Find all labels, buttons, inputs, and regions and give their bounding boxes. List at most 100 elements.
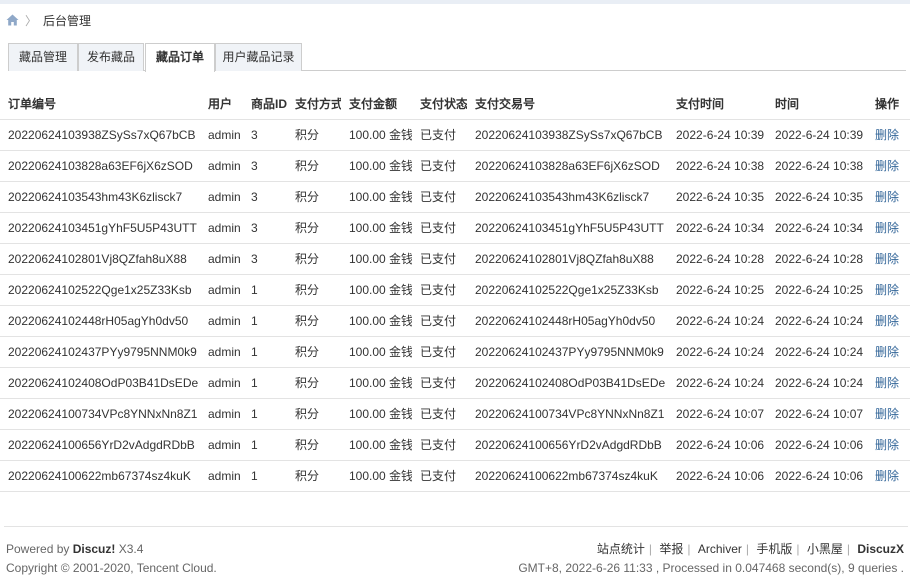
- cell-time: 2022-6-24 10:38: [767, 150, 867, 182]
- cell-order-no: 20220624102801Vj8QZfah8uX88: [0, 243, 200, 275]
- cell-time: 2022-6-24 10:24: [767, 367, 867, 399]
- cell-transaction-no: 20220624103451gYhF5U5P43UTT: [467, 212, 668, 244]
- cell-pay-time: 2022-6-24 10:24: [668, 367, 767, 399]
- cell-order-no: 20220624102408OdP03B41DsEDe: [0, 367, 200, 399]
- cell-delete-link[interactable]: 删除: [867, 429, 910, 461]
- cell-time: 2022-6-24 10:06: [767, 460, 867, 492]
- tab-publish-collection[interactable]: 发布藏品: [78, 43, 144, 71]
- cell-delete-link[interactable]: 删除: [867, 243, 910, 275]
- breadcrumb: 〉 后台管理: [6, 12, 91, 28]
- cell-order-no: 20220624100734VPc8YNNxNn8Z1: [0, 398, 200, 430]
- cell-pay-amount: 100.00 金钱: [341, 429, 412, 461]
- cell-time: 2022-6-24 10:07: [767, 398, 867, 430]
- footer-left: Powered by Discuz! X3.4 Copyright © 2001…: [6, 540, 217, 578]
- header-time: 时间: [767, 89, 867, 120]
- footer-link-mobile[interactable]: 手机版: [756, 542, 792, 556]
- cell-user: admin: [200, 367, 243, 399]
- cell-pay-time: 2022-6-24 10:07: [668, 398, 767, 430]
- cell-time: 2022-6-24 10:28: [767, 243, 867, 275]
- cell-pay-time: 2022-6-24 10:24: [668, 305, 767, 337]
- cell-product-id: 1: [243, 429, 287, 461]
- footer-brand-link[interactable]: DiscuzX: [857, 542, 904, 556]
- cell-transaction-no: 20220624102437PYy9795NNM0k9: [467, 336, 668, 368]
- cell-user: admin: [200, 243, 243, 275]
- copyright: Copyright © 2001-2020, Tencent Cloud.: [6, 561, 217, 575]
- tab-collection-manage[interactable]: 藏品管理: [8, 43, 78, 71]
- table-row: 20220624100656YrD2vAdgdRDbB admin 1 积分 100.0…: [0, 429, 910, 461]
- cell-product-id: 1: [243, 305, 287, 337]
- cell-product-id: 1: [243, 274, 287, 306]
- cell-product-id: 1: [243, 367, 287, 399]
- cell-pay-time: 2022-6-24 10:24: [668, 336, 767, 368]
- cell-pay-time: 2022-6-24 10:35: [668, 181, 767, 213]
- cell-time: 2022-6-24 10:35: [767, 181, 867, 213]
- cell-pay-status: 已支付: [412, 243, 467, 275]
- footer-link-report[interactable]: 举报: [659, 542, 683, 556]
- footer-link-archiver[interactable]: Archiver: [698, 542, 742, 556]
- chevron-right-icon: 〉: [25, 13, 38, 28]
- cell-transaction-no: 20220624103543hm43K6zlisck7: [467, 181, 668, 213]
- footer-link-stats[interactable]: 站点统计: [597, 542, 645, 556]
- orders-table: 订单编号 用户 商品ID 支付方式 支付金额 支付状态 支付交易号 支付时间 时…: [0, 89, 910, 492]
- cell-pay-method: 积分: [287, 243, 341, 275]
- header-pay-amount: 支付金额: [341, 89, 412, 120]
- cell-transaction-no: 20220624100622mb67374sz4kuK: [467, 460, 668, 492]
- cell-user: admin: [200, 398, 243, 430]
- tab-collection-orders[interactable]: 藏品订单: [145, 43, 215, 72]
- header-action: 操作: [867, 89, 910, 120]
- cell-product-id: 3: [243, 181, 287, 213]
- cell-pay-method: 积分: [287, 181, 341, 213]
- cell-delete-link[interactable]: 删除: [867, 367, 910, 399]
- cell-delete-link[interactable]: 删除: [867, 274, 910, 306]
- cell-transaction-no: 20220624100656YrD2vAdgdRDbB: [467, 429, 668, 461]
- cell-user: admin: [200, 212, 243, 244]
- cell-pay-status: 已支付: [412, 181, 467, 213]
- header-order-no: 订单编号: [0, 89, 200, 120]
- cell-pay-amount: 100.00 金钱: [341, 398, 412, 430]
- cell-pay-method: 积分: [287, 274, 341, 306]
- cell-delete-link[interactable]: 删除: [867, 305, 910, 337]
- cell-pay-amount: 100.00 金钱: [341, 119, 412, 151]
- home-icon[interactable]: [6, 14, 19, 26]
- cell-user: admin: [200, 150, 243, 182]
- cell-product-id: 1: [243, 336, 287, 368]
- cell-order-no: 20220624103451gYhF5U5P43UTT: [0, 212, 200, 244]
- powered-brand-link[interactable]: Discuz!: [73, 542, 116, 556]
- cell-pay-amount: 100.00 金钱: [341, 336, 412, 368]
- cell-transaction-no: 20220624103828a63EF6jX6zSOD: [467, 150, 668, 182]
- cell-user: admin: [200, 181, 243, 213]
- cell-transaction-no: 20220624103938ZSySs7xQ67bCB: [467, 119, 668, 151]
- cell-delete-link[interactable]: 删除: [867, 336, 910, 368]
- footer-divider: [4, 526, 908, 527]
- cell-pay-method: 积分: [287, 119, 341, 151]
- cell-time: 2022-6-24 10:34: [767, 212, 867, 244]
- header-pay-time: 支付时间: [668, 89, 767, 120]
- cell-pay-method: 积分: [287, 336, 341, 368]
- cell-order-no: 20220624103543hm43K6zlisck7: [0, 181, 200, 213]
- cell-pay-amount: 100.00 金钱: [341, 305, 412, 337]
- cell-pay-time: 2022-6-24 10:38: [668, 150, 767, 182]
- cell-delete-link[interactable]: 删除: [867, 212, 910, 244]
- cell-pay-amount: 100.00 金钱: [341, 367, 412, 399]
- cell-delete-link[interactable]: 删除: [867, 119, 910, 151]
- table-row: 20220624102437PYy9795NNM0k9 admin 1 积分 100.0…: [0, 336, 910, 368]
- cell-user: admin: [200, 305, 243, 337]
- breadcrumb-current: 后台管理: [43, 13, 92, 28]
- tab-user-collection-records[interactable]: 用户藏品记录: [215, 43, 302, 71]
- cell-transaction-no: 20220624100734VPc8YNNxNn8Z1: [467, 398, 668, 430]
- top-strip: [0, 0, 910, 4]
- footer-link-blackroom[interactable]: 小黑屋: [807, 542, 843, 556]
- cell-delete-link[interactable]: 删除: [867, 181, 910, 213]
- footer-stats: GMT+8, 2022-6-26 11:33 , Processed in 0.…: [518, 561, 904, 575]
- table-row: 20220624102448rH05agYh0dv50 admin 1 积分 100.0…: [0, 305, 910, 337]
- cell-user: admin: [200, 119, 243, 151]
- cell-delete-link[interactable]: 删除: [867, 398, 910, 430]
- cell-delete-link[interactable]: 删除: [867, 460, 910, 492]
- cell-order-no: 20220624102437PYy9795NNM0k9: [0, 336, 200, 368]
- table-row: 20220624100622mb67374sz4kuK admin 1 积分 100.0…: [0, 460, 910, 492]
- cell-pay-status: 已支付: [412, 305, 467, 337]
- cell-pay-time: 2022-6-24 10:06: [668, 429, 767, 461]
- cell-transaction-no: 20220624102448rH05agYh0dv50: [467, 305, 668, 337]
- cell-delete-link[interactable]: 删除: [867, 150, 910, 182]
- table-row: 20220624102408OdP03B41DsEDe admin 1 积分 100.0…: [0, 367, 910, 399]
